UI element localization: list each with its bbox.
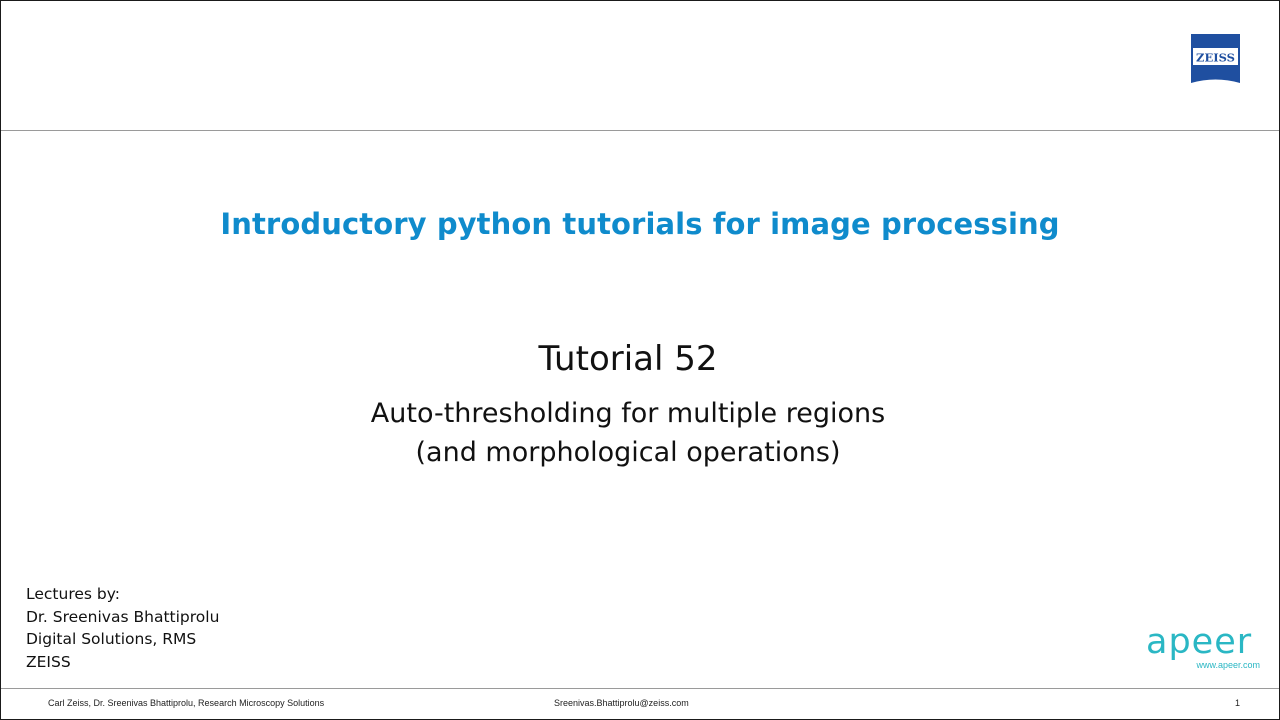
credits-line: Dr. Sreenivas Bhattiprolu bbox=[26, 607, 220, 626]
apeer-url: www.apeer.com bbox=[1196, 660, 1260, 670]
header-divider bbox=[1, 130, 1279, 131]
footer-email: Sreenivas.Bhattiprolu@zeiss.com bbox=[554, 698, 689, 708]
zeiss-logo-graphic: ZEISS bbox=[1191, 34, 1240, 83]
subtitle-line: (and morphological operations) bbox=[415, 437, 841, 468]
apeer-wordmark: apeer bbox=[1146, 622, 1253, 662]
footer-affiliation: Carl Zeiss, Dr. Sreenivas Bhattiprolu, R… bbox=[48, 698, 325, 708]
tutorial-subtitle: Auto-thresholding for multiple regions (… bbox=[0, 394, 1256, 472]
credits-line: ZEISS bbox=[26, 652, 71, 671]
credits-line: Lectures by: bbox=[26, 585, 120, 603]
slide: ZEISS Introductory python tutorials for … bbox=[0, 0, 1280, 720]
lecturer-credits: Lectures by: Dr. Sreenivas Bhattiprolu D… bbox=[26, 583, 219, 673]
footer-divider bbox=[1, 688, 1279, 689]
series-headline: Introductory python tutorials for image … bbox=[220, 207, 1060, 241]
credits-line: Digital Solutions, RMS bbox=[26, 630, 197, 648]
apeer-logo: apeer www.apeer.com bbox=[1144, 622, 1260, 674]
zeiss-logo-icon: ZEISS bbox=[1191, 34, 1240, 83]
zeiss-logo-text: ZEISS bbox=[1196, 51, 1235, 65]
subtitle-line: Auto-thresholding for multiple regions bbox=[370, 398, 886, 429]
page-number: 1 bbox=[1235, 698, 1241, 708]
tutorial-number: Tutorial 52 bbox=[538, 339, 718, 379]
